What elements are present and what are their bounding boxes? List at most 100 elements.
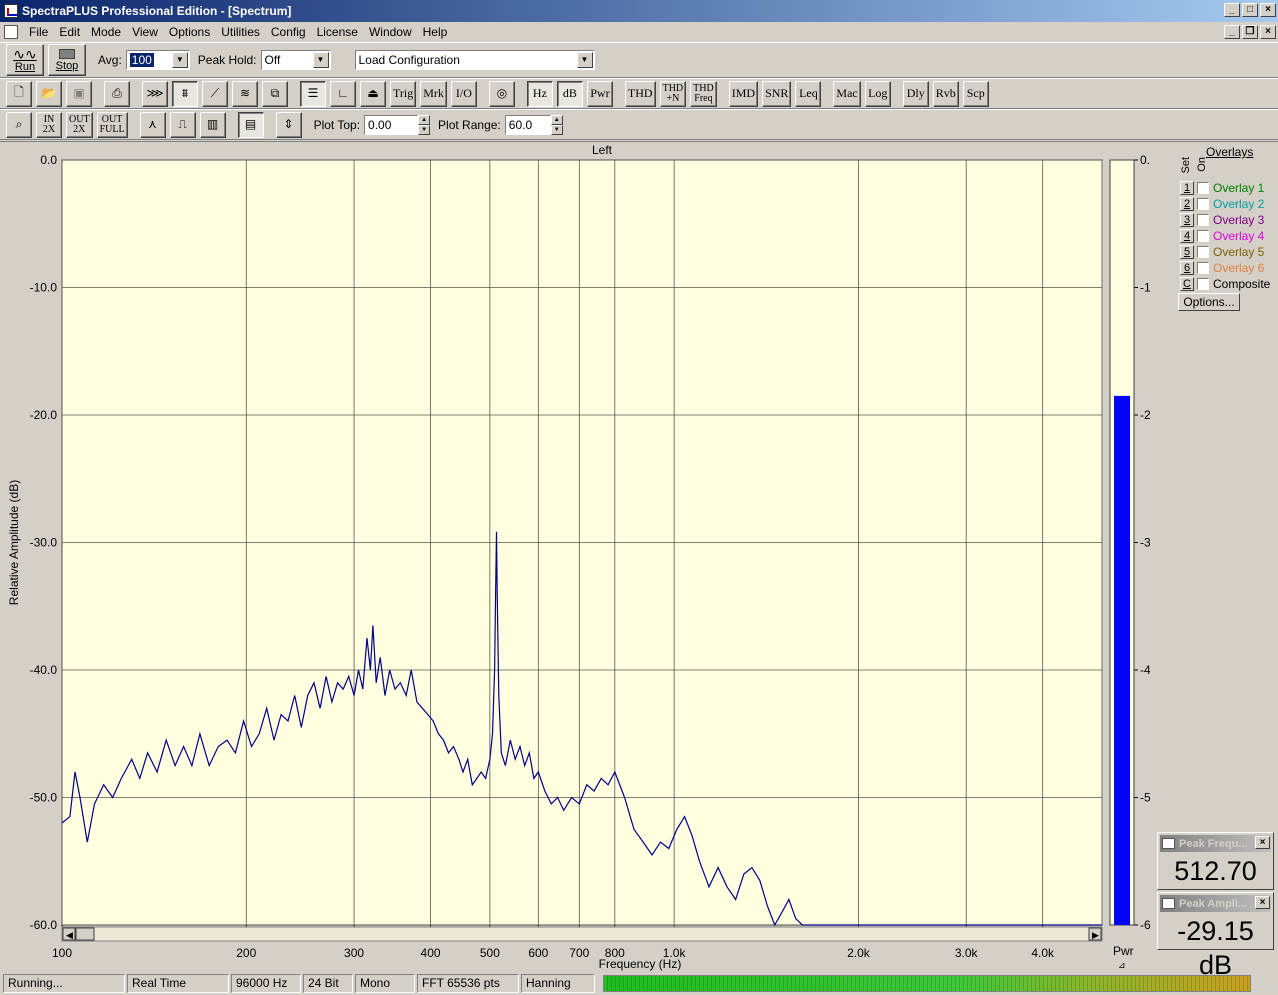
document-icon[interactable] (4, 25, 18, 39)
zoom-in-button[interactable]: IN 2X (36, 111, 62, 138)
horizontal-scrollbar (61, 926, 1103, 942)
filter-button[interactable]: ⋙ (142, 80, 168, 107)
stop-button[interactable]: Stop (48, 44, 86, 76)
run-button[interactable]: ∿∿ Run (6, 44, 44, 76)
snr-button[interactable]: SNR (762, 80, 792, 107)
overlay-checkbox[interactable] (1197, 214, 1209, 226)
overlay-checkbox[interactable] (1197, 262, 1209, 274)
pwr-button[interactable]: Pwr (586, 80, 613, 107)
overlay-set-button[interactable]: 5 (1180, 245, 1194, 259)
menu-help[interactable]: Help (418, 25, 454, 39)
chevron-down-icon[interactable]: ▼ (312, 52, 329, 68)
overlays-title: Overlays (1206, 145, 1254, 159)
overlay-set-button[interactable]: 4 (1180, 229, 1194, 243)
status-channels: Mono (355, 974, 415, 993)
print-button[interactable]: ⎙ (104, 80, 130, 107)
axis-button[interactable]: ∟ (330, 80, 356, 107)
3d-surface-button[interactable]: ⧉ (262, 80, 288, 107)
spectrum-view-button[interactable]: ⩩ (172, 80, 198, 107)
leq-button[interactable]: Leq (795, 80, 822, 107)
doc-close-button[interactable]: × (1260, 25, 1276, 39)
overlay-checkbox[interactable] (1197, 230, 1209, 242)
menu-window[interactable]: Window (364, 25, 418, 39)
zoom-full-button[interactable]: OUT FULL (96, 111, 128, 138)
overlay-set-button[interactable]: 1 (1180, 181, 1194, 195)
overlay-row: 1 Overlay 1 (1180, 180, 1264, 196)
close-icon[interactable]: × (1255, 836, 1270, 849)
zoom-out-button[interactable]: OUT 2X (66, 111, 93, 138)
overlay-name: Overlay 2 (1213, 197, 1265, 211)
thd-freq-button[interactable]: THD Freq (690, 80, 717, 107)
save-button[interactable]: ▣ (66, 80, 92, 107)
spin-up-icon[interactable]: ▲ (418, 114, 431, 125)
thdn-button[interactable]: THD +N (659, 80, 687, 107)
open-button[interactable]: 📂 (36, 80, 62, 107)
peak-hold-select[interactable]: Off ▼ (260, 50, 331, 70)
menu-mode[interactable]: Mode (86, 25, 127, 39)
peak-frequency-titlebar[interactable]: Peak Frequ... × (1160, 835, 1271, 852)
hz-button[interactable]: Hz (526, 80, 553, 107)
generator-button[interactable]: ◎ (488, 80, 515, 107)
plot-top-spinner[interactable]: 0.00 ▲ ▼ (364, 114, 431, 135)
plot-range-spinner[interactable]: 60.0 ▲ ▼ (504, 114, 563, 135)
app-icon[interactable] (4, 4, 18, 18)
menu-config[interactable]: Config (266, 25, 312, 39)
scp-button[interactable]: Scp (962, 80, 989, 107)
step-plot-button[interactable]: ⎍ (169, 111, 196, 138)
menu-utilities[interactable]: Utilities (216, 25, 266, 39)
mrk-button[interactable]: Mrk (420, 80, 447, 107)
bar-plot-button[interactable]: ▥ (199, 111, 226, 138)
maximize-button[interactable]: □ (1242, 3, 1258, 17)
menu-file[interactable]: File (24, 25, 54, 39)
peak-button[interactable]: ⏏ (360, 80, 386, 107)
doc-restore-button[interactable]: ❐ (1242, 25, 1258, 39)
doc-minimize-button[interactable]: _ (1224, 25, 1240, 39)
rvb-button[interactable]: Rvb (932, 80, 959, 107)
properties-button[interactable]: ▤ (237, 111, 264, 138)
peak-amplitude-titlebar[interactable]: Peak Ampli... × (1160, 895, 1271, 912)
overlay-checkbox[interactable] (1197, 182, 1209, 194)
right-y-tick-label: -10.0 (1140, 281, 1150, 295)
overlay-set-button[interactable]: 3 (1180, 213, 1194, 227)
menu-license[interactable]: License (312, 25, 364, 39)
overlay-set-button[interactable]: 6 (1180, 261, 1194, 275)
scale-button[interactable]: ⇕ (275, 111, 302, 138)
plot-top-input[interactable]: 0.00 (364, 114, 419, 135)
minimize-button[interactable]: _ (1224, 3, 1240, 17)
spin-down-icon[interactable]: ▼ (550, 124, 563, 135)
log-button[interactable]: Log (864, 80, 891, 107)
overlay-set-button[interactable]: 2 (1180, 197, 1194, 211)
overlay-options-button[interactable]: Options... (1178, 293, 1240, 311)
overlay-checkbox[interactable] (1197, 198, 1209, 210)
chevron-down-icon[interactable]: ▼ (171, 52, 188, 68)
spectrogram-button[interactable]: ≋ (232, 80, 258, 107)
spectrum-chart[interactable]: Left100 200 300 400 500 600 700 800 1.0k 2.0k 3.0k… (0, 142, 1150, 972)
dly-button[interactable]: Dly (902, 80, 929, 107)
thdfreq-bottom: Freq (694, 92, 713, 104)
plot-range-input[interactable]: 60.0 (504, 114, 551, 135)
trig-button[interactable]: Trig (390, 80, 417, 107)
zoom-button[interactable]: ⌕ (6, 111, 32, 138)
menu-edit[interactable]: Edit (54, 25, 86, 39)
ramp-button[interactable]: ⟋ (202, 80, 228, 107)
close-icon[interactable]: × (1255, 896, 1270, 909)
close-button[interactable]: × (1260, 3, 1276, 17)
thd-button[interactable]: THD (624, 80, 656, 107)
mac-button[interactable]: Mac (833, 80, 861, 107)
overlay-checkbox[interactable] (1197, 278, 1209, 290)
spin-up-icon[interactable]: ▲ (550, 114, 563, 125)
imd-button[interactable]: IMD (728, 80, 759, 107)
spin-down-icon[interactable]: ▼ (418, 124, 431, 135)
menu-options[interactable]: Options (164, 25, 216, 39)
new-button[interactable]: 🗋 (6, 80, 32, 107)
avg-select[interactable]: 100 ▼ (125, 50, 190, 70)
line-plot-button[interactable]: ⋏ (139, 111, 166, 138)
chevron-down-icon[interactable]: ▼ (576, 52, 593, 68)
overlay-set-button[interactable]: C (1180, 277, 1194, 291)
overlay-checkbox[interactable] (1197, 246, 1209, 258)
db-button[interactable]: dB (556, 80, 583, 107)
config-select[interactable]: Load Configuration ▼ (354, 50, 595, 70)
io-button[interactable]: I/O (450, 80, 477, 107)
list-view-button[interactable]: ☰ (300, 80, 326, 107)
menu-view[interactable]: View (127, 25, 164, 39)
